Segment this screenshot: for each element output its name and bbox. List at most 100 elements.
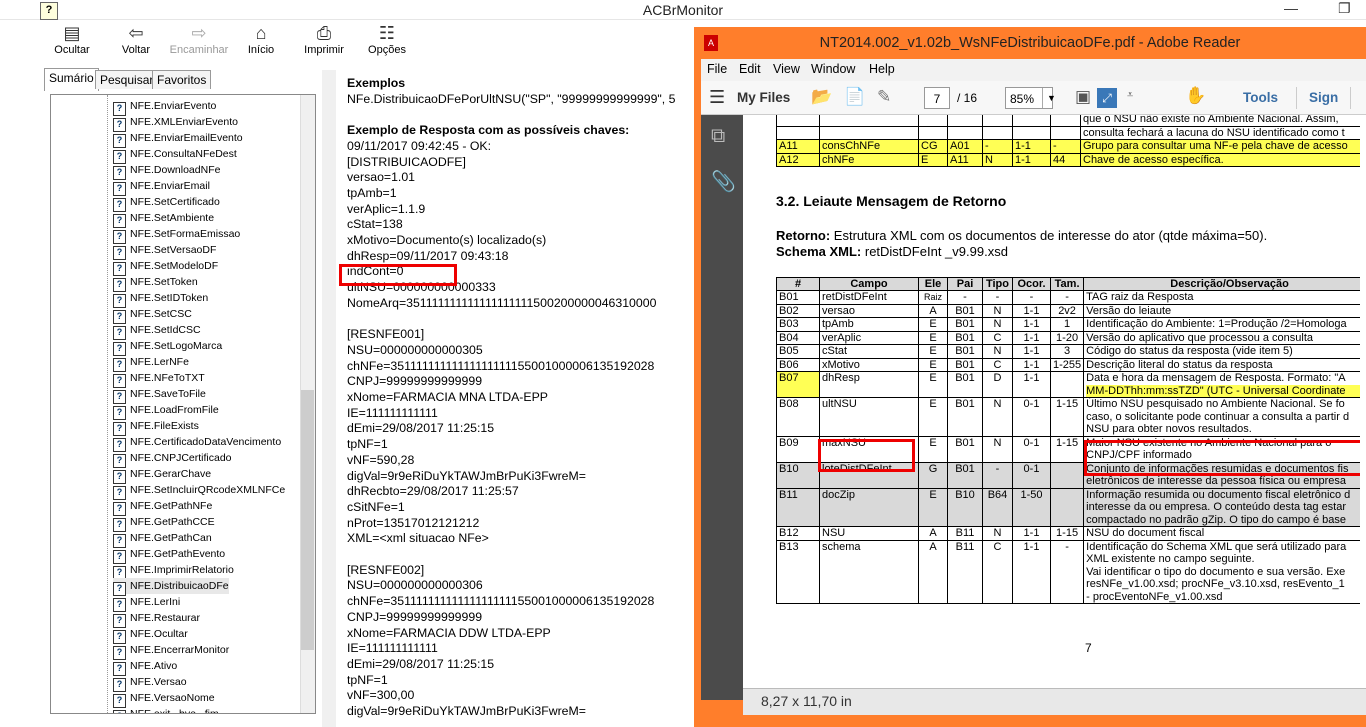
hide-icon: ▤ bbox=[63, 23, 81, 43]
imprimir-button[interactable]: ⎙ Imprimir bbox=[292, 22, 356, 56]
schema-description: Schema XML: retDistDFeInt _v9.99.xsd bbox=[776, 244, 1008, 259]
table-cell: A bbox=[918, 303, 948, 318]
tree-item[interactable]: ? NFE.SetLogoMarca bbox=[113, 338, 222, 356]
content-line: dEmi=29/08/2017 11:25:15 bbox=[347, 656, 495, 671]
more-tools-icon[interactable]: ⩡ bbox=[1127, 89, 1133, 102]
voltar-button[interactable]: ⇦ Voltar bbox=[104, 22, 168, 56]
tree-item[interactable]: ? NFE.SetFormaEmissao bbox=[113, 226, 240, 244]
chevron-down-icon[interactable]: ▼ bbox=[1042, 88, 1060, 108]
tree-item[interactable]: ? NFE.SetVersaoDF bbox=[113, 242, 217, 260]
maximize-button[interactable]: ❐ bbox=[1338, 0, 1351, 17]
hand-tool-icon[interactable]: ✋ bbox=[1185, 86, 1206, 106]
description-line: interesse da ou empresa. O conteúdo dest… bbox=[1086, 501, 1347, 513]
pages-panel-icon[interactable]: ⧉ bbox=[711, 125, 725, 148]
sign-button[interactable]: Sign bbox=[1309, 90, 1338, 105]
tree-item-label: NFE.VersaoNome bbox=[130, 692, 215, 704]
table-cell: NSU do document fiscal bbox=[1083, 526, 1366, 541]
tree-item[interactable]: ? NFE.ConsultaNFeDest bbox=[113, 146, 237, 164]
table-cell: Versão do leiaute bbox=[1083, 303, 1366, 318]
fit-page-icon[interactable]: ▣ bbox=[1075, 87, 1091, 107]
content-line: CNPJ=99999999999999 bbox=[347, 374, 483, 389]
tree-item[interactable]: ? NFE.CNPJCertificado bbox=[113, 450, 232, 468]
tab-favoritos[interactable]: Favoritos bbox=[152, 70, 212, 89]
menu-window[interactable]: Window bbox=[811, 62, 855, 76]
tree-item[interactable]: ? NFE.SetToken bbox=[113, 274, 198, 292]
page-number-input[interactable]: 7 bbox=[924, 87, 950, 109]
attachment-icon[interactable]: 📎 bbox=[711, 169, 736, 194]
tree-item[interactable]: ? NFE.LoadFromFile bbox=[113, 402, 219, 420]
full-screen-icon[interactable]: ⤢ bbox=[1097, 88, 1117, 108]
table-cell bbox=[1050, 125, 1081, 140]
incio-button[interactable]: ⌂ Início bbox=[229, 22, 293, 56]
tree-item-label: NFE.SetVersaoDF bbox=[130, 244, 217, 256]
table-cell bbox=[947, 115, 983, 127]
tree-item[interactable]: ? NFE.SetAmbiente bbox=[113, 210, 214, 228]
menu-edit[interactable]: Edit bbox=[739, 62, 761, 76]
tree-item[interactable]: ? NFE.SetCertificado bbox=[113, 194, 220, 212]
section-heading: 3.2. Leiaute Mensagem de Retorno bbox=[776, 193, 1007, 209]
tree-item[interactable]: ? NFE.SetCSC bbox=[113, 306, 192, 324]
table-cell: A01 bbox=[947, 139, 983, 154]
tree-item[interactable]: ? NFE.FileExists bbox=[113, 418, 199, 436]
tree-item[interactable]: ? NFE.VersaoNome bbox=[113, 690, 215, 708]
hamburger-menu-icon[interactable]: ☰ bbox=[709, 87, 725, 108]
tree-item[interactable]: ? NFE.SetIDToken bbox=[113, 290, 208, 308]
opes-button[interactable]: ☷ Opções bbox=[355, 22, 419, 56]
toolbar-button-label: Ocultar bbox=[54, 44, 90, 56]
tree-item[interactable]: ? NFE.DistribuicaoDFe bbox=[113, 578, 229, 596]
create-pdf-icon[interactable]: 📄 bbox=[844, 87, 865, 107]
tree-item[interactable]: ? NFE.SetModeloDF bbox=[113, 258, 218, 276]
tree-item[interactable]: ? NFE.GetPathCan bbox=[113, 530, 212, 548]
tree-item[interactable]: ? NFE.ImprimirRelatorio bbox=[113, 562, 234, 580]
menu-help[interactable]: Help bbox=[869, 62, 895, 76]
tab-pesquisar[interactable]: Pesquisar bbox=[95, 70, 159, 89]
tree-item[interactable]: ? NFE.GerarChave bbox=[113, 466, 211, 484]
tree-item[interactable]: ? NFE.EncerrarMonitor bbox=[113, 642, 229, 660]
table-cell: B07 bbox=[776, 371, 820, 398]
tree-item[interactable]: ? NFE.NFeToTXT bbox=[113, 370, 205, 388]
tree-item-label: NFE.EnviarEmailEvento bbox=[130, 132, 243, 144]
table-cell: E bbox=[918, 330, 948, 345]
tree-item[interactable]: ? NFE.SetIdCSC bbox=[113, 322, 201, 340]
tree-item[interactable]: ? NFE.GetPathEvento bbox=[113, 546, 225, 564]
help-window-title: ACBrMonitor bbox=[642, 2, 724, 18]
table-cell: B01 bbox=[947, 357, 983, 372]
description-line: resNFe_v1.00.xsd; procNFe_v3.10.xsd, res… bbox=[1086, 578, 1345, 590]
tree-item[interactable]: ? NFE.SaveToFile bbox=[113, 386, 206, 404]
tree-item[interactable]: ? NFE.Ativo bbox=[113, 658, 177, 676]
tree-item[interactable]: ? NFE.XMLEnviarEvento bbox=[113, 114, 238, 132]
content-line: XML=<xml situacao NFe> bbox=[347, 531, 489, 546]
tree-item[interactable]: ? NFE.EnviarEvento bbox=[113, 98, 216, 116]
minimize-button[interactable]: — bbox=[1284, 0, 1298, 16]
tree-item[interactable]: ? NFE.GetPathCCE bbox=[113, 514, 215, 532]
ocultar-button[interactable]: ▤ Ocultar bbox=[40, 22, 104, 56]
tree-item[interactable]: ? NFE.exit , bye , fim bbox=[113, 706, 219, 713]
tree-item[interactable]: ? NFE.SetIncluirQRcodeXMLNFCe bbox=[113, 482, 285, 500]
tree-item[interactable]: ? NFE.DownloadNFe bbox=[113, 162, 220, 180]
tree-item[interactable]: ? NFE.Ocultar bbox=[113, 626, 188, 644]
tree-item[interactable]: ? NFE.LerIni bbox=[113, 594, 180, 612]
tools-button[interactable]: Tools bbox=[1243, 90, 1278, 105]
tree-item[interactable]: ? NFE.Restaurar bbox=[113, 610, 200, 628]
my-files-button[interactable]: My Files bbox=[737, 90, 790, 105]
tree-item[interactable]: ? NFE.CertificadoDataVencimento bbox=[113, 434, 281, 452]
tree-item[interactable]: ? NFE.Versao bbox=[113, 674, 187, 692]
table-cell bbox=[819, 115, 919, 127]
tab-sumario[interactable]: Sumário bbox=[44, 68, 99, 91]
tree-scrollbar-thumb[interactable] bbox=[301, 390, 314, 650]
menu-file[interactable]: File bbox=[707, 62, 727, 76]
help-topic-icon: ? bbox=[113, 710, 126, 713]
tree-item[interactable]: ? NFE.LerNFe bbox=[113, 354, 189, 372]
menu-view[interactable]: View bbox=[773, 62, 800, 76]
tree-item[interactable]: ? NFE.EnviarEmailEvento bbox=[113, 130, 243, 148]
table-cell: versao bbox=[819, 303, 919, 318]
table-cell: 1-15 bbox=[1049, 526, 1085, 541]
edit-pdf-icon[interactable]: ✎ bbox=[877, 87, 891, 107]
pdf-page-number: 7 bbox=[1085, 641, 1092, 655]
tree-item[interactable]: ? NFE.EnviarEmail bbox=[113, 178, 210, 196]
help-content-pane: Exemplos NFe.DistribuicaoDFePorUltNSU("SP… bbox=[336, 70, 696, 727]
encaminhar-button[interactable]: ⇨ Encaminhar bbox=[167, 22, 231, 56]
tree-item[interactable]: ? NFE.GetPathNFe bbox=[113, 498, 212, 516]
tree-item-label: NFE.Ocultar bbox=[130, 628, 188, 640]
open-file-icon[interactable]: 📂 bbox=[811, 87, 832, 107]
